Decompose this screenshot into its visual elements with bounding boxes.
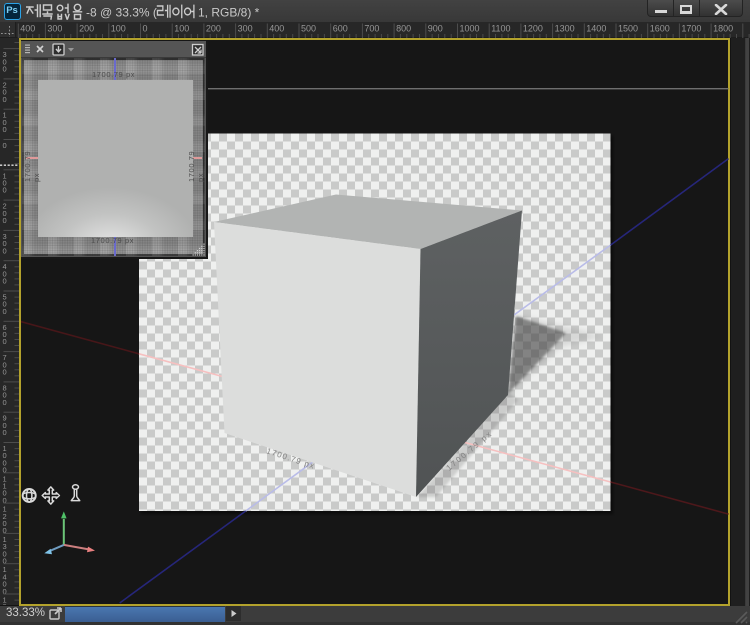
- svg-text:0: 0: [3, 186, 7, 195]
- svg-text:300: 300: [47, 24, 62, 34]
- svg-text:1300: 1300: [555, 24, 575, 34]
- svg-text:1800: 1800: [713, 24, 733, 34]
- svg-text:1500: 1500: [618, 24, 638, 34]
- svg-text:0: 0: [3, 95, 7, 104]
- svg-text:1400: 1400: [586, 24, 606, 34]
- svg-text:200: 200: [79, 24, 94, 34]
- svg-text:600: 600: [333, 24, 348, 34]
- svg-text:0: 0: [3, 277, 7, 286]
- svg-text:0: 0: [3, 398, 7, 407]
- svg-text:0: 0: [143, 24, 148, 34]
- svg-text:100: 100: [111, 24, 126, 34]
- svg-text:0: 0: [3, 216, 7, 225]
- svg-text:300: 300: [238, 24, 253, 34]
- svg-text:900: 900: [428, 24, 443, 34]
- svg-text:0: 0: [3, 307, 7, 316]
- svg-text:-8 @ 33.3% (: -8 @ 33.3% (: [86, 6, 157, 20]
- svg-text:500: 500: [301, 24, 316, 34]
- svg-text:1100: 1100: [491, 24, 510, 34]
- svg-text:1600: 1600: [650, 24, 670, 34]
- svg-text:1700: 1700: [681, 24, 701, 34]
- svg-text:0: 0: [3, 428, 7, 437]
- svg-text:700: 700: [364, 24, 379, 34]
- svg-text:0: 0: [3, 337, 7, 346]
- svg-text:0: 0: [3, 141, 7, 150]
- svg-text:0: 0: [3, 368, 7, 377]
- svg-text:800: 800: [396, 24, 411, 34]
- svg-text:0: 0: [3, 125, 7, 134]
- svg-text:0: 0: [3, 65, 7, 74]
- svg-text:100: 100: [174, 24, 189, 34]
- svg-text:1200: 1200: [523, 24, 543, 34]
- svg-text:1, RGB/8) *: 1, RGB/8) *: [198, 6, 260, 20]
- svg-text:400: 400: [20, 24, 35, 34]
- svg-text:5: 5: [3, 603, 7, 605]
- svg-text:400: 400: [269, 24, 284, 34]
- svg-text:0: 0: [3, 246, 7, 255]
- svg-text:1000: 1000: [460, 24, 480, 34]
- svg-text:200: 200: [206, 24, 221, 34]
